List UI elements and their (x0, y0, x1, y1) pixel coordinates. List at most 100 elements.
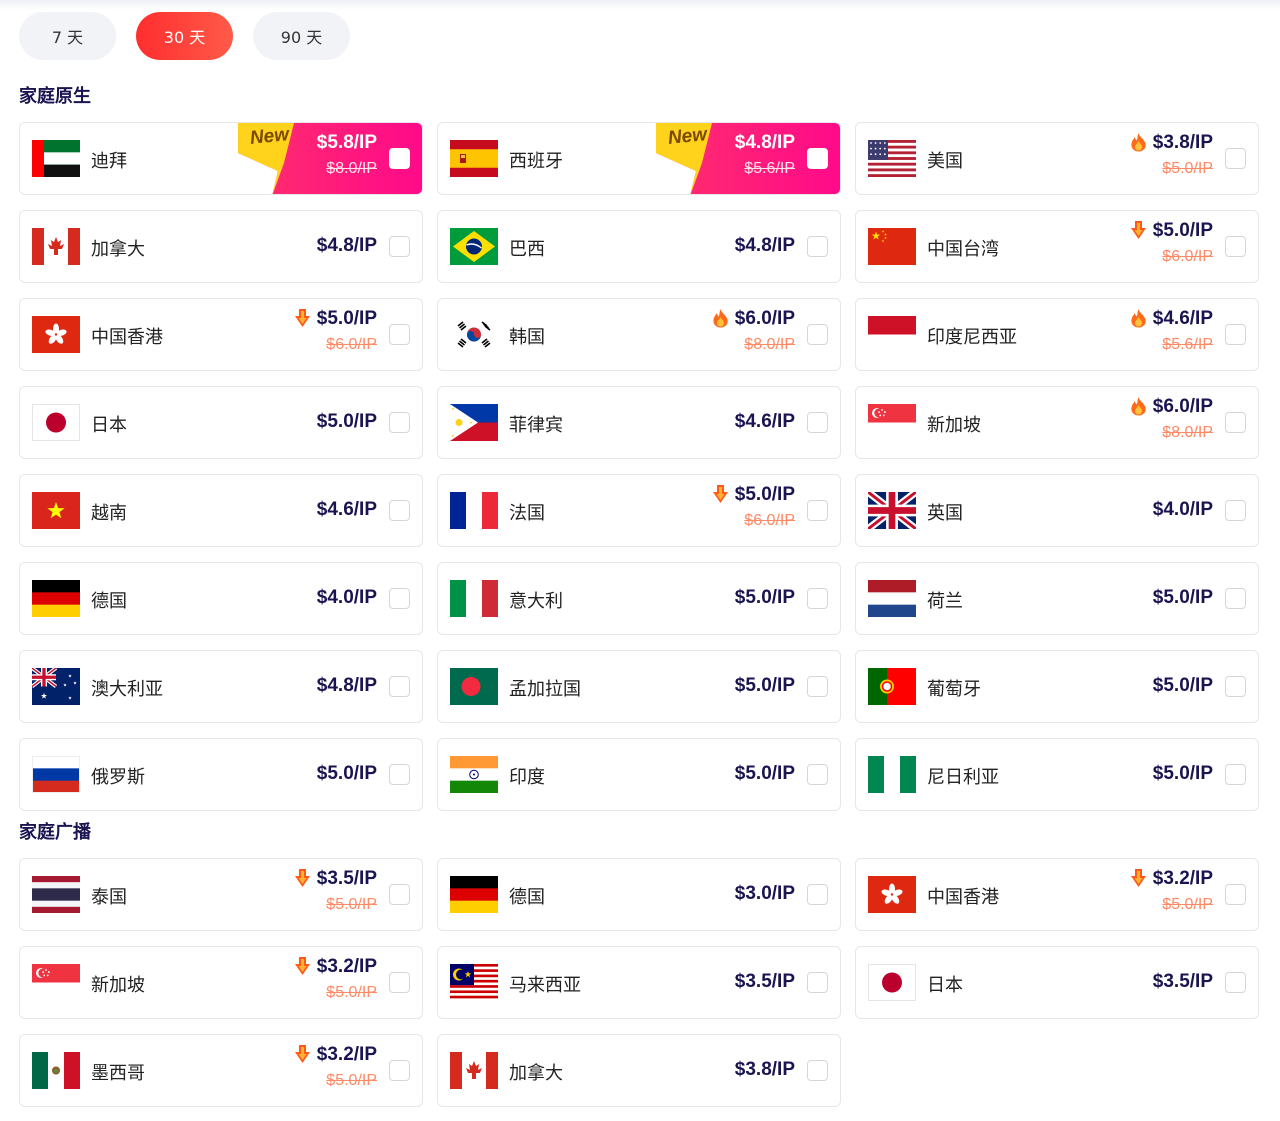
new-badge-label: New (666, 124, 709, 149)
select-checkbox[interactable] (1225, 764, 1246, 785)
product-card-ng[interactable]: 尼日利亚 $5.0/IP (855, 738, 1259, 811)
product-grid: 泰国 $3.5/IP $5.0/IP 德国 $3.0/IP 中国香港 $3.2/IP $5.0… (19, 858, 1259, 1107)
product-card-in[interactable]: 印度 $5.0/IP (437, 738, 841, 811)
promo-badge: New $4.8/IP $5.6/IP (656, 123, 840, 194)
select-checkbox[interactable] (1225, 588, 1246, 609)
select-checkbox[interactable] (1225, 884, 1246, 905)
product-card-vn[interactable]: 越南 $4.6/IP (19, 474, 423, 547)
country-name: 新加坡 (927, 415, 981, 436)
product-card-ph[interactable]: 菲律宾 $4.6/IP (437, 386, 841, 459)
product-card-us[interactable]: 美国 $3.8/IP $5.0/IP (855, 122, 1259, 195)
select-checkbox[interactable] (1225, 412, 1246, 433)
product-card-ca[interactable]: 加拿大 $4.8/IP (19, 210, 423, 283)
product-card-nl[interactable]: 荷兰 $5.0/IP (855, 562, 1259, 635)
select-checkbox[interactable] (807, 676, 828, 697)
product-card-hk[interactable]: 中国香港 $5.0/IP $6.0/IP (19, 298, 423, 371)
promo-badge: New $5.8/IP $8.0/IP (238, 123, 422, 194)
select-checkbox[interactable] (807, 1060, 828, 1081)
price: $3.5/IP (316, 868, 377, 889)
tab-90天[interactable]: 90 天 (253, 12, 350, 60)
select-checkbox[interactable] (1225, 500, 1246, 521)
product-card-kr[interactable]: 韩国 $6.0/IP $8.0/IP (437, 298, 841, 371)
select-checkbox[interactable] (807, 412, 828, 433)
product-card-ae[interactable]: 迪拜 New $5.8/IP $8.0/IP (19, 122, 423, 195)
flag-id-icon (868, 316, 916, 353)
tab-7天[interactable]: 7 天 (19, 12, 116, 60)
select-checkbox[interactable] (1225, 324, 1246, 345)
select-checkbox[interactable] (1225, 676, 1246, 697)
select-checkbox[interactable] (807, 884, 828, 905)
select-checkbox[interactable] (1225, 148, 1246, 169)
product-card-jp[interactable]: 日本 $3.5/IP (855, 946, 1259, 1019)
product-card-sg[interactable]: 新加坡 $3.2/IP $5.0/IP (19, 946, 423, 1019)
flag-ru-icon (32, 756, 80, 793)
select-checkbox[interactable] (807, 500, 828, 521)
select-checkbox[interactable] (389, 764, 410, 785)
select-checkbox[interactable] (389, 500, 410, 521)
select-checkbox[interactable] (389, 148, 410, 169)
original-price: $5.0/IP (326, 896, 377, 913)
select-checkbox[interactable] (807, 764, 828, 785)
select-checkbox[interactable] (389, 972, 410, 993)
select-checkbox[interactable] (807, 972, 828, 993)
tab-30天[interactable]: 30 天 (136, 12, 233, 60)
select-checkbox[interactable] (807, 236, 828, 257)
product-card-ca[interactable]: 加拿大 $3.8/IP (437, 1034, 841, 1107)
select-checkbox[interactable] (807, 324, 828, 345)
product-card-id[interactable]: 印度尼西亚 $4.6/IP $5.6/IP (855, 298, 1259, 371)
price: $3.5/IP (1152, 971, 1213, 992)
section-title: 家庭广播 (19, 822, 91, 843)
fire-icon (1130, 396, 1147, 416)
flag-hk-icon (32, 316, 80, 353)
product-card-hk[interactable]: 中国香港 $3.2/IP $5.0/IP (855, 858, 1259, 931)
price: $5.0/IP (1152, 763, 1213, 784)
select-checkbox[interactable] (807, 148, 828, 169)
price: $5.0/IP (734, 763, 795, 784)
product-card-jp[interactable]: 日本 $5.0/IP (19, 386, 423, 459)
product-card-it[interactable]: 意大利 $5.0/IP (437, 562, 841, 635)
fire-icon (712, 308, 729, 328)
product-card-pt[interactable]: 葡萄牙 $5.0/IP (855, 650, 1259, 723)
select-checkbox[interactable] (389, 676, 410, 697)
select-checkbox[interactable] (1225, 236, 1246, 257)
product-card-fr[interactable]: 法国 $5.0/IP $6.0/IP (437, 474, 841, 547)
product-card-bd[interactable]: 孟加拉国 $5.0/IP (437, 650, 841, 723)
product-card-br[interactable]: 巴西 $4.8/IP (437, 210, 841, 283)
select-checkbox[interactable] (807, 588, 828, 609)
price: $3.5/IP (734, 971, 795, 992)
select-checkbox[interactable] (389, 236, 410, 257)
original-price: $5.0/IP (1162, 160, 1213, 177)
product-card-my[interactable]: 马来西亚 $3.5/IP (437, 946, 841, 1019)
product-card-es[interactable]: 西班牙 New $4.8/IP $5.6/IP (437, 122, 841, 195)
price: $4.6/IP (1152, 308, 1213, 329)
country-name: 日本 (91, 415, 127, 436)
select-checkbox[interactable] (389, 884, 410, 905)
price: $4.8/IP (734, 132, 795, 153)
country-name: 美国 (927, 151, 963, 172)
country-name: 迪拜 (91, 151, 127, 172)
product-card-de[interactable]: 德国 $3.0/IP (437, 858, 841, 931)
product-card-au[interactable]: 澳大利亚 $4.8/IP (19, 650, 423, 723)
product-card-tw[interactable]: 中国台湾 $5.0/IP $6.0/IP (855, 210, 1259, 283)
section-title: 家庭原生 (19, 86, 91, 107)
duration-tabs: 7 天 30 天 90 天 (19, 12, 350, 60)
select-checkbox[interactable] (1225, 972, 1246, 993)
flag-es-icon (450, 140, 498, 177)
product-card-mx[interactable]: 墨西哥 $3.2/IP $5.0/IP (19, 1034, 423, 1107)
product-card-ru[interactable]: 俄罗斯 $5.0/IP (19, 738, 423, 811)
select-checkbox[interactable] (389, 412, 410, 433)
product-card-th[interactable]: 泰国 $3.5/IP $5.0/IP (19, 858, 423, 931)
country-name: 泰国 (91, 887, 127, 908)
product-card-de[interactable]: 德国 $4.0/IP (19, 562, 423, 635)
price: $4.6/IP (734, 411, 795, 432)
product-card-gb[interactable]: 英国 $4.0/IP (855, 474, 1259, 547)
price: $4.6/IP (316, 499, 377, 520)
country-name: 印度 (509, 767, 545, 788)
select-checkbox[interactable] (389, 588, 410, 609)
select-checkbox[interactable] (389, 1060, 410, 1081)
select-checkbox[interactable] (389, 324, 410, 345)
flag-ng-icon (868, 756, 916, 793)
flag-bd-icon (450, 668, 498, 705)
product-card-sg[interactable]: 新加坡 $6.0/IP $8.0/IP (855, 386, 1259, 459)
flag-it-icon (450, 580, 498, 617)
